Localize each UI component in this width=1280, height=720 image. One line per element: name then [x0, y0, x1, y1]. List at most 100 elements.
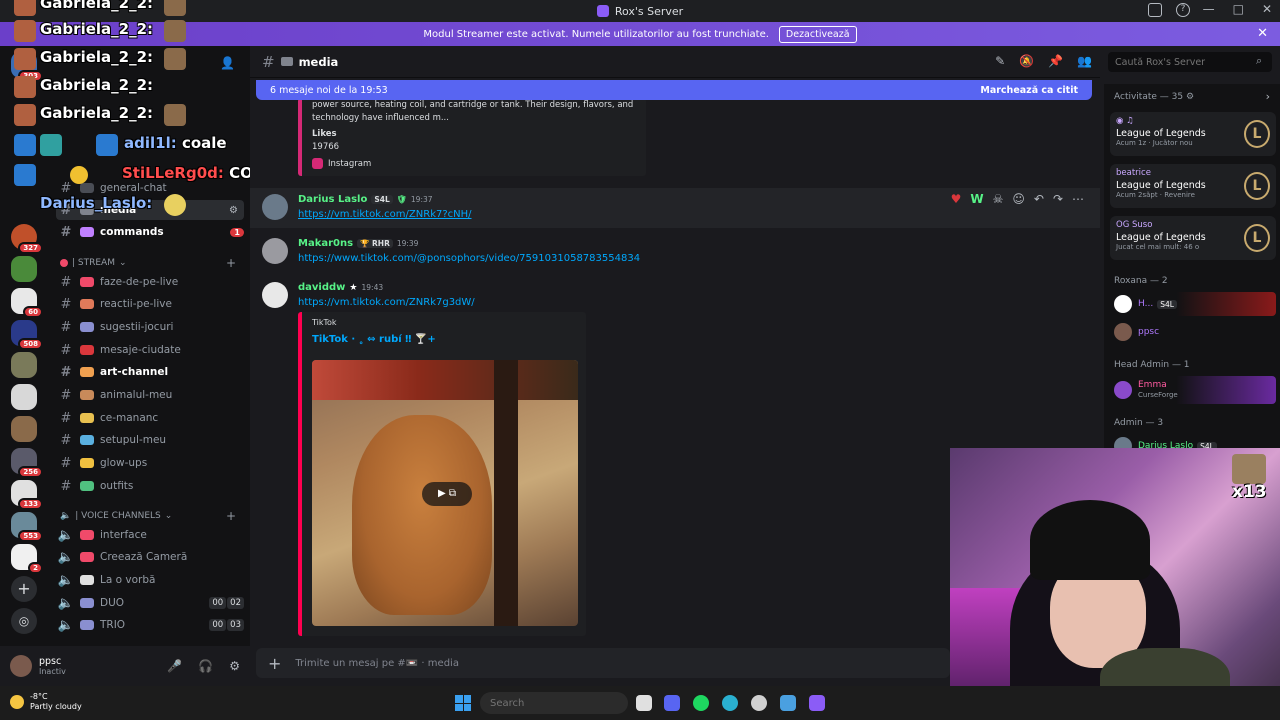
- channel-glow-ups[interactable]: # glow-ups: [56, 453, 244, 473]
- inbox-icon[interactable]: [1148, 3, 1162, 17]
- heart-reaction-icon[interactable]: ♥: [951, 192, 962, 206]
- start-button[interactable]: [455, 695, 471, 711]
- server-icon[interactable]: 60: [11, 288, 43, 318]
- more-options-icon[interactable]: ⋯: [1072, 192, 1084, 206]
- channel-commands[interactable]: # commands 1: [56, 222, 244, 242]
- server-icon[interactable]: 2: [11, 544, 43, 574]
- headphones-icon[interactable]: 🎧: [198, 659, 213, 673]
- message-link[interactable]: https://www.tiktok.com/@ponsophors/video…: [298, 253, 640, 264]
- channel-ce-mananc[interactable]: # ce-mananc: [56, 408, 244, 428]
- settings-icon[interactable]: ⚙: [229, 205, 238, 216]
- new-messages-bar[interactable]: 6 mesaje noi de la 19:53 Marchează ca ci…: [256, 80, 1092, 100]
- voice-channel-creeaza-camera[interactable]: 🔈 Creează Cameră: [56, 547, 244, 567]
- add-attachment-icon[interactable]: +: [268, 654, 281, 673]
- add-channel-icon[interactable]: +: [226, 256, 236, 270]
- reply-icon[interactable]: ↶: [1034, 192, 1044, 206]
- members-icon[interactable]: 👥: [1077, 54, 1092, 68]
- microphone-icon[interactable]: 🎤: [167, 659, 182, 673]
- message-link[interactable]: https://vm.tiktok.com/ZNRk7?cNH/: [298, 209, 472, 220]
- avatar[interactable]: [262, 238, 288, 264]
- channel-reactii-pe-live[interactable]: # reactii-pe-live: [56, 294, 244, 314]
- chevron-right-icon[interactable]: ›: [1266, 90, 1270, 103]
- search-input[interactable]: [1108, 52, 1272, 72]
- weather-widget[interactable]: -8°C Partly cloudy: [10, 692, 82, 712]
- server-icon[interactable]: [11, 416, 37, 442]
- message[interactable]: Makar0ns 🏆 RHR 19:39 https://www.tiktok.co…: [250, 234, 1100, 274]
- skull-reaction-icon[interactable]: ☠: [993, 192, 1004, 206]
- voice-channel-duo[interactable]: 🔈 DUO 00 02: [56, 593, 244, 613]
- voice-category[interactable]: 🔈 | VOICE CHANNELS ⌄: [60, 511, 172, 521]
- member-item[interactable]: ppsc: [1110, 320, 1276, 344]
- activity-card[interactable]: OG Suso League of Legends Jucat cel mai …: [1110, 216, 1276, 260]
- title-bar: Rox's Server ? — □ ✕: [0, 0, 1280, 22]
- channel-emoji-icon: [80, 458, 94, 468]
- server-icon[interactable]: [11, 384, 37, 410]
- member-item[interactable]: H... S4L: [1110, 292, 1276, 316]
- stream-category[interactable]: | STREAM ⌄: [60, 258, 127, 268]
- spotify-icon[interactable]: [693, 695, 709, 711]
- app-icon[interactable]: [780, 695, 796, 711]
- notifications-muted-icon[interactable]: 🔕: [1019, 54, 1034, 68]
- taskbar-search-input[interactable]: [480, 692, 628, 714]
- channel-animalul-meu[interactable]: # animalul-meu: [56, 385, 244, 405]
- channel-sugestii-jocuri[interactable]: # sugestii-jocuri: [56, 317, 244, 337]
- activity-card[interactable]: beatrice League of Legends Acum 2săpt · …: [1110, 164, 1276, 208]
- play-button[interactable]: ▶ ⧉: [422, 482, 472, 506]
- server-icon[interactable]: 133: [11, 480, 43, 510]
- forward-icon[interactable]: ↷: [1053, 192, 1063, 206]
- channel-setupul-meu[interactable]: # setupul-meu: [56, 430, 244, 450]
- server-icon[interactable]: 327: [11, 224, 43, 254]
- voice-channel-la-o-vorba[interactable]: 🔈 La o vorbă: [56, 570, 244, 590]
- pin-icon[interactable]: 📌: [1048, 54, 1063, 68]
- discover-icon[interactable]: ◎: [11, 608, 37, 634]
- add-channel-icon[interactable]: +: [226, 509, 236, 523]
- channel-mesaje-ciudate[interactable]: # mesaje-ciudate: [56, 340, 244, 360]
- app-icon[interactable]: [751, 695, 767, 711]
- app-icon[interactable]: [809, 695, 825, 711]
- task-view-icon[interactable]: [636, 695, 652, 711]
- maximize-button[interactable]: □: [1233, 2, 1244, 16]
- discord-icon[interactable]: [664, 695, 680, 711]
- close-window-button[interactable]: ✕: [1262, 2, 1272, 16]
- member-item[interactable]: Emma CurseForge: [1110, 376, 1276, 404]
- settings-icon[interactable]: ⚙: [1186, 92, 1194, 102]
- overlay-emote: [164, 0, 186, 16]
- message-composer[interactable]: + Trimite un mesaj pe #📼 · media: [256, 648, 950, 678]
- channel-outfits[interactable]: # outfits: [56, 476, 244, 496]
- server-icon[interactable]: [11, 352, 37, 378]
- minimize-button[interactable]: —: [1203, 2, 1215, 16]
- voice-channel-trio[interactable]: 🔈 TRIO 00 03: [56, 615, 244, 635]
- avatar[interactable]: [10, 655, 32, 677]
- voice-channel-interface[interactable]: 🔈 interface: [56, 525, 244, 545]
- activity-card[interactable]: ◉ ♫ League of Legends Acum 1z · Jucător …: [1110, 112, 1276, 156]
- user-panel: ppsc Inactiv 🎤 🎧 ⚙: [0, 646, 250, 686]
- disable-streamer-mode-button[interactable]: Dezactivează: [778, 25, 857, 43]
- clan-tag: 🏆 RHR: [357, 239, 393, 248]
- add-reaction-icon[interactable]: ☺: [1012, 192, 1025, 206]
- server-icon[interactable]: [11, 256, 37, 282]
- add-server-icon[interactable]: +: [11, 576, 37, 602]
- settings-icon[interactable]: ⚙: [229, 659, 240, 673]
- invite-icon[interactable]: 👤: [220, 56, 235, 70]
- server-icon[interactable]: 553: [11, 512, 43, 542]
- w-reaction-icon[interactable]: W: [970, 192, 983, 206]
- embed-title[interactable]: TikTok · ˳ ⇔ rubí ‼ 🍸+: [312, 334, 436, 345]
- message-author[interactable]: Darius Laslo S4L 🛡 19:37: [298, 194, 433, 205]
- mark-as-read-button[interactable]: Marchează ca citit: [980, 85, 1078, 96]
- video-thumbnail[interactable]: ▶ ⧉: [312, 360, 578, 626]
- help-icon[interactable]: ?: [1176, 3, 1190, 17]
- message-link[interactable]: https://vm.tiktok.com/ZNRk7g3dW/: [298, 297, 475, 308]
- channel-art-channel[interactable]: # art-channel: [56, 362, 244, 382]
- edge-icon[interactable]: [722, 695, 738, 711]
- avatar[interactable]: [262, 282, 288, 308]
- message-author[interactable]: daviddw ★ 19:43: [298, 282, 383, 293]
- avatar[interactable]: [262, 194, 288, 220]
- server-icon[interactable]: 508: [11, 320, 43, 350]
- close-banner-icon[interactable]: ✕: [1257, 26, 1268, 41]
- message-author[interactable]: Makar0ns 🏆 RHR 19:39: [298, 238, 418, 249]
- server-icon[interactable]: 256: [11, 448, 43, 478]
- channel-faze-de-pe-live[interactable]: # faze-de-pe-live: [56, 272, 244, 292]
- threads-icon[interactable]: ✎: [995, 54, 1005, 68]
- channel-label: glow-ups: [100, 457, 148, 469]
- message[interactable]: Darius Laslo S4L 🛡 19:37 https://vm.tiktok.…: [250, 188, 1100, 228]
